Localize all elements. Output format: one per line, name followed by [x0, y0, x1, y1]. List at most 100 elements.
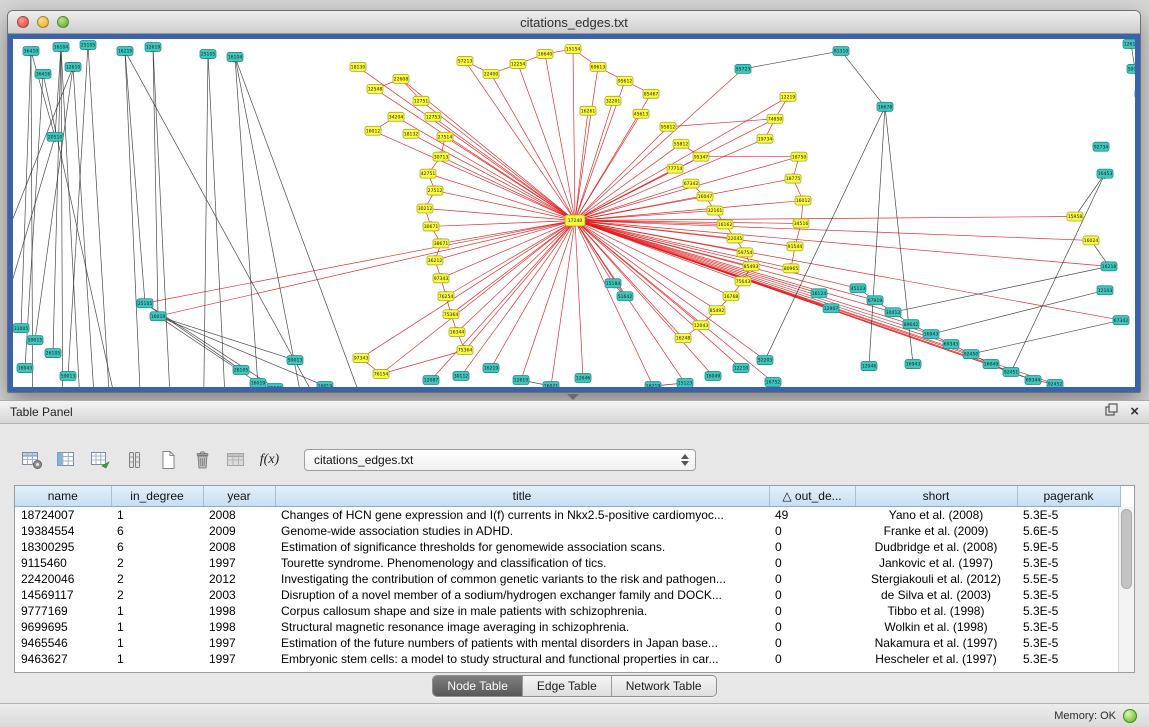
table-mode-icon[interactable]: [18, 447, 45, 473]
graph-node[interactable]: 19734: [757, 134, 773, 143]
graph-node[interactable]: 16024: [1083, 236, 1099, 245]
graph-node[interactable]: 85467: [643, 89, 659, 98]
graph-edge[interactable]: [465, 220, 575, 350]
graph-node[interactable]: 67342: [1113, 316, 1129, 325]
graph-node[interactable]: 85492: [709, 306, 725, 315]
graph-node[interactable]: 25105: [200, 49, 216, 58]
graph-edge[interactable]: [893, 266, 1109, 312]
graph-node[interactable]: 59104: [1127, 64, 1135, 73]
graph-node[interactable]: 92734: [1093, 142, 1109, 151]
graph-node[interactable]: 16219: [117, 46, 133, 55]
float-panel-icon[interactable]: [1105, 403, 1118, 421]
graph-edge[interactable]: [575, 220, 858, 288]
graph-edge[interactable]: [88, 45, 113, 387]
graph-edge[interactable]: [235, 57, 383, 387]
graph-node[interactable]: 16640: [537, 49, 553, 58]
window-close-button[interactable]: [17, 16, 29, 28]
window-minimize-button[interactable]: [37, 16, 49, 28]
graph-node[interactable]: 16943: [17, 364, 33, 373]
graph-edge[interactable]: [21, 51, 31, 328]
graph-edge[interactable]: [575, 216, 1075, 220]
graph-node[interactable]: 16219: [483, 364, 499, 373]
graph-node[interactable]: 75364: [457, 346, 473, 355]
graph-edge[interactable]: [841, 51, 885, 107]
graph-edge[interactable]: [465, 61, 575, 221]
graph-edge[interactable]: [575, 101, 613, 221]
table-row[interactable]: 911546021997Tourette syndrome. Phenomeno…: [15, 555, 1120, 571]
graph-node[interactable]: 76154: [373, 370, 389, 379]
graph-edge[interactable]: [575, 127, 668, 221]
graph-node[interactable]: 18750: [791, 152, 807, 161]
show-column-icon[interactable]: [52, 447, 79, 473]
graph-edge[interactable]: [158, 316, 325, 386]
graph-node[interactable]: 59013: [287, 356, 303, 365]
graph-node[interactable]: 12646: [575, 374, 591, 383]
graph-node[interactable]: 16019: [150, 312, 166, 321]
graph-edge[interactable]: [521, 220, 575, 380]
window-titlebar[interactable]: citations_edges.txt: [8, 11, 1140, 34]
graph-edge[interactable]: [1075, 174, 1105, 217]
graph-edge[interactable]: [575, 220, 1121, 320]
table-row[interactable]: 2242004622012Investigating the contribut…: [15, 571, 1120, 587]
column-header-year[interactable]: year: [203, 486, 275, 507]
graph-edge[interactable]: [575, 144, 681, 221]
graph-node[interactable]: 26105: [45, 349, 61, 358]
graph-node[interactable]: 12619: [145, 42, 161, 51]
graph-node[interactable]: 42751: [420, 169, 436, 178]
graph-node[interactable]: 16019: [250, 379, 266, 387]
graph-node[interactable]: 12548: [367, 84, 383, 93]
graph-node[interactable]: 85493: [743, 262, 759, 271]
graph-node[interactable]: 12254: [510, 59, 526, 68]
graph-node[interactable]: 16049: [705, 372, 721, 381]
graph-hub-node[interactable]: 17240: [565, 215, 585, 226]
close-panel-icon[interactable]: ×: [1130, 405, 1139, 419]
graph-node[interactable]: 16768: [723, 292, 739, 301]
graph-edge[interactable]: [445, 137, 575, 221]
graph-node[interactable]: 34204: [388, 112, 404, 121]
graph-node[interactable]: 59013: [60, 372, 76, 381]
graph-node[interactable]: 45123: [850, 284, 866, 293]
graph-node[interactable]: 12046: [861, 362, 877, 371]
graph-edge[interactable]: [575, 220, 931, 334]
graph-node[interactable]: 12751: [413, 96, 429, 105]
graph-node[interactable]: 12210: [733, 364, 749, 373]
graph-node[interactable]: 18132: [403, 129, 419, 138]
graph-edge[interactable]: [668, 119, 775, 127]
graph-node[interactable]: 20510: [47, 132, 63, 141]
table-row[interactable]: 1938455462009Genome-wide association stu…: [15, 523, 1120, 539]
network-canvas-bg[interactable]: 1724018130125482260812751342041601218132…: [13, 39, 1135, 387]
graph-edge[interactable]: [491, 220, 575, 368]
import-table-icon[interactable]: [222, 447, 249, 473]
graph-edge[interactable]: [61, 47, 83, 387]
graph-edge[interactable]: [575, 220, 773, 382]
graph-node[interactable]: 16012: [365, 126, 381, 135]
graph-node[interactable]: 27512: [427, 186, 443, 195]
graph-node[interactable]: 22045: [727, 234, 743, 243]
graph-node[interactable]: 92451: [1003, 368, 1019, 377]
graph-node[interactable]: 76254: [438, 292, 454, 301]
graph-edge[interactable]: [381, 220, 575, 374]
graph-node[interactable]: 16218: [1101, 262, 1117, 271]
graph-node[interactable]: 12219: [780, 92, 796, 101]
graph-node[interactable]: 16012: [795, 196, 811, 205]
table-row[interactable]: 1456911722003Disruption of a novel membe…: [15, 587, 1120, 603]
table-row[interactable]: 946554611997Estimation of the future num…: [15, 635, 1120, 651]
graph-node[interactable]: 27514: [437, 132, 453, 141]
graph-node[interactable]: 97343: [433, 274, 449, 283]
table-row[interactable]: 1872400712008Changes of HCN gene express…: [15, 507, 1120, 524]
graph-node[interactable]: 52203: [757, 356, 773, 365]
graph-node[interactable]: 16219: [645, 382, 661, 387]
graph-node[interactable]: 77714: [667, 164, 683, 173]
graph-node[interactable]: 16047: [697, 192, 713, 201]
graph-node[interactable]: 95612: [617, 76, 633, 85]
delete-table-icon[interactable]: [188, 447, 215, 473]
graph-node[interactable]: 12907: [823, 304, 839, 313]
graph-node[interactable]: 95347: [693, 152, 709, 161]
graph-node[interactable]: 12619: [1123, 39, 1135, 48]
graph-node[interactable]: 26105: [233, 366, 249, 375]
graph-edge[interactable]: [743, 51, 841, 69]
graph-node[interactable]: 30713: [433, 152, 449, 161]
graph-edge[interactable]: [461, 220, 575, 376]
graph-node[interactable]: 55812: [673, 139, 689, 148]
graph-edge[interactable]: [125, 51, 145, 303]
